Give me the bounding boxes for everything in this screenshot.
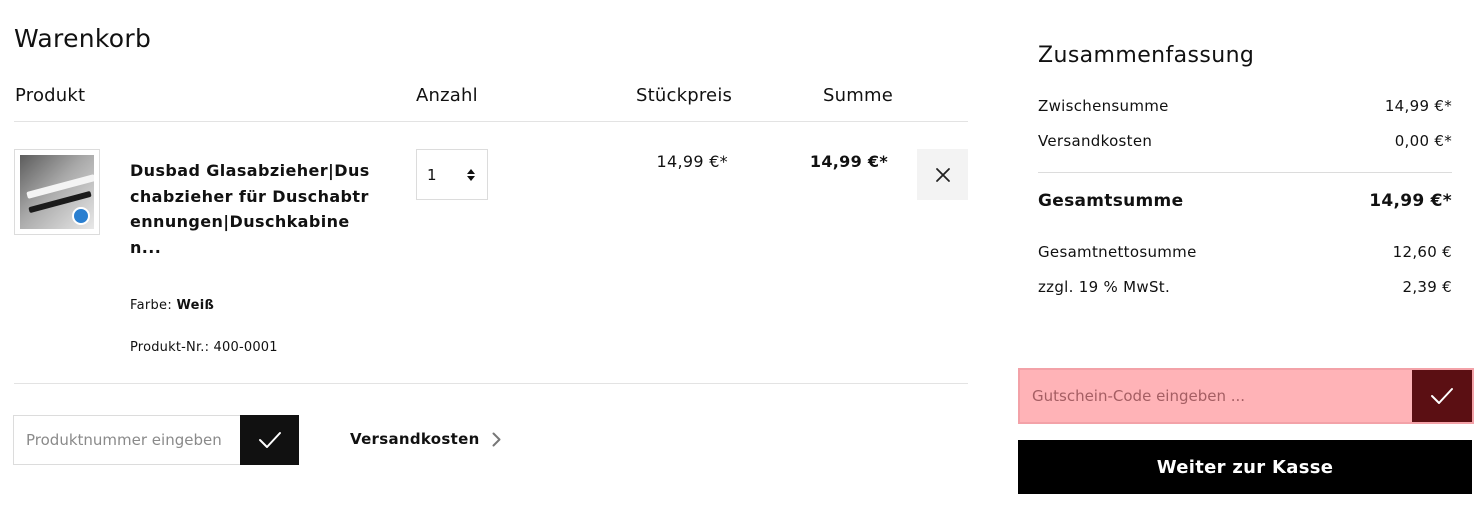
- remove-item-button[interactable]: [917, 149, 968, 200]
- shipping-costs-label: Versandkosten: [350, 430, 480, 448]
- line-total: 14,99 €*: [809, 152, 888, 171]
- total-label: Gesamtsumme: [1038, 191, 1184, 211]
- close-icon: [935, 167, 950, 182]
- product-color: Farbe: Weiß: [130, 298, 214, 313]
- add-product-button[interactable]: [240, 415, 299, 465]
- checkmark-icon: [258, 432, 281, 448]
- product-image[interactable]: [14, 149, 100, 235]
- column-header-total: Summe: [823, 85, 893, 106]
- quantity-value: 1: [427, 165, 437, 184]
- shipping-value: 0,00 €*: [1394, 132, 1452, 150]
- unit-price: 14,99 €*: [656, 152, 728, 171]
- product-color-value: Weiß: [176, 298, 215, 313]
- shipping-label: Versandkosten: [1038, 132, 1153, 150]
- product-name-link[interactable]: Dusbad Glasabzieher|Duschabzieher für Du…: [130, 158, 370, 260]
- summary-divider: [1038, 172, 1452, 173]
- column-header-quantity: Anzahl: [416, 85, 478, 106]
- net-label: Gesamtnettosumme: [1038, 243, 1197, 261]
- total-value: 14,99 €*: [1369, 191, 1452, 211]
- checkout-button[interactable]: Weiter zur Kasse: [1018, 440, 1472, 494]
- subtotal-value: 14,99 €*: [1384, 97, 1452, 115]
- voucher-submit-button[interactable]: [1412, 370, 1472, 422]
- product-number-input[interactable]: [13, 415, 241, 465]
- summary-total-row: Gesamtsumme 14,99 €*: [1038, 191, 1452, 211]
- vat-label: zzgl. 19 % MwSt.: [1038, 278, 1171, 296]
- summary-title: Zusammenfassung: [1038, 43, 1255, 68]
- net-value: 12,60 €: [1392, 243, 1452, 261]
- product-color-label: Farbe:: [130, 298, 173, 313]
- checkmark-icon: [1431, 388, 1453, 404]
- column-header-unit-price: Stückpreis: [636, 85, 733, 106]
- summary-subtotal-row: Zwischensumme 14,99 €*: [1038, 97, 1452, 115]
- page-title: Warenkorb: [14, 24, 152, 53]
- voucher-code-input[interactable]: [1020, 370, 1414, 422]
- summary-net-row: Gesamtnettosumme 12,60 €: [1038, 243, 1452, 261]
- brand-badge-icon: [72, 207, 90, 225]
- quantity-select[interactable]: 1: [416, 149, 488, 200]
- summary-vat-row: zzgl. 19 % MwSt. 2,39 €: [1038, 278, 1452, 296]
- column-header-product: Produkt: [15, 85, 86, 106]
- voucher-form: [1018, 368, 1474, 424]
- summary-shipping-row: Versandkosten 0,00 €*: [1038, 132, 1452, 150]
- divider: [14, 121, 968, 122]
- chevron-right-icon: [492, 432, 501, 446]
- sort-arrows-icon: [467, 168, 475, 181]
- divider: [14, 383, 968, 384]
- subtotal-label: Zwischensumme: [1038, 97, 1169, 115]
- shipping-costs-link[interactable]: Versandkosten: [350, 430, 501, 448]
- vat-value: 2,39 €: [1402, 278, 1452, 296]
- product-sku: Produkt-Nr.: 400-0001: [130, 340, 278, 355]
